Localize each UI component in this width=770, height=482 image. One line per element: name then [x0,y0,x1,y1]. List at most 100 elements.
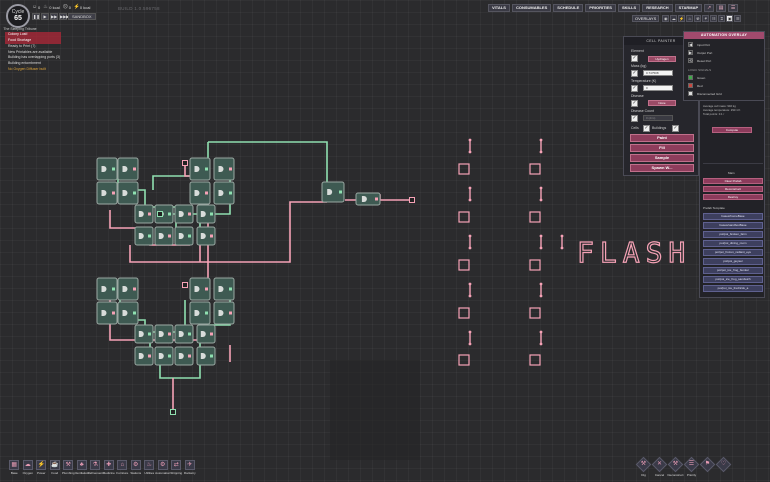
codex-icon[interactable]: ▤ [716,4,727,12]
notification-item[interactable]: Food Shortage [5,38,61,44]
room-overlay-icon[interactable]: ⌗ [718,15,726,22]
logic-gate[interactable] [117,157,139,181]
logic-gate[interactable] [321,181,345,203]
logic-gate[interactable] [174,226,194,246]
sign-bar[interactable] [560,234,564,250]
sign-bar[interactable] [468,138,472,154]
tool-dig[interactable]: ⚒ Dig [635,456,652,477]
stat-duplicants[interactable]: ☺ 0 [32,5,40,11]
sign-bar[interactable] [468,282,472,298]
build-category-automation[interactable]: ⚙ Automation [155,460,170,475]
temperature-input[interactable]: 0 [643,85,673,91]
sign-tile[interactable] [458,259,470,271]
sign-tile[interactable] [529,163,541,175]
build-category-food[interactable]: ☕ Food [49,460,62,475]
prefab-item[interactable]: poi/poi_dining_room [703,240,763,247]
logic-gate[interactable] [213,157,235,181]
logic-gate[interactable] [189,157,211,181]
tool-deconstruct[interactable]: ⚒ Deconstruct [668,456,684,477]
vitals-button[interactable]: VITALS [488,4,510,12]
automation-overlay-icon[interactable]: ▣ [726,15,734,22]
element-checkbox[interactable]: ✓ [631,55,638,62]
tool-priority[interactable]: ☰ Priority [683,456,700,477]
sign-tile[interactable] [529,211,541,223]
tool-extra-4[interactable]: ⚑ [699,456,716,477]
prefab-item[interactable]: poi/poi_ice_frog_sandwich [703,276,763,283]
fill-button[interactable]: Fill [630,144,694,152]
sign-bar[interactable] [468,330,472,346]
research-button[interactable]: RESEARCH [642,4,673,12]
pause-button[interactable]: ❚❚ [32,13,40,20]
build-category-shipping[interactable]: ⇄ Shipping [170,460,183,475]
sign-tile[interactable] [529,259,541,271]
skills-button[interactable]: SKILLS [617,4,641,12]
prefab-item[interactable]: bases/sandboxBase [703,222,763,229]
sign-tile[interactable] [529,307,541,319]
stat-stress[interactable]: ☹ 0 [63,5,71,11]
plant-overlay-icon[interactable]: ⚘ [702,15,710,22]
sign-bar[interactable] [539,234,543,250]
buildings-checkbox[interactable]: ✓ [672,125,679,132]
conveyor-overlay-icon[interactable]: ☰ [734,15,742,22]
speed-1-button[interactable]: ▶ [41,13,49,20]
logic-gate[interactable] [96,181,118,205]
sign-bar[interactable] [539,186,543,202]
sample-button[interactable]: Sample [630,154,694,162]
logic-gate[interactable] [174,324,194,344]
stat-calories[interactable]: ♨ 0 kcal [43,5,59,11]
logic-gate[interactable] [196,204,216,224]
stat-power[interactable]: ⚡ 0 kcal [74,5,90,11]
sign-bar[interactable] [539,282,543,298]
logic-gate[interactable] [134,324,154,344]
compute-button[interactable]: Compute [712,127,752,133]
prefab-item[interactable]: poi/poi_ice_frog_bunker [703,267,763,274]
disease-count-checkbox[interactable]: ✓ [631,115,638,122]
logic-gate[interactable] [196,346,216,366]
sign-bar[interactable] [468,186,472,202]
build-category-stations[interactable]: ⚙ Stations [130,460,143,475]
sign-bar[interactable] [539,330,543,346]
logic-gate[interactable] [154,226,174,246]
wire-port[interactable] [157,211,163,217]
logic-gate[interactable] [174,204,194,224]
cycle-indicator[interactable]: Cycle 65 [6,4,30,28]
logic-gate[interactable] [117,277,139,301]
speed-3-button[interactable]: ▶▶▶ [59,13,69,20]
gas-overlay-icon[interactable]: ☁ [670,15,678,22]
schedule-button[interactable]: SCHEDULE [553,4,584,12]
material-overlay-icon[interactable]: ☷ [710,15,718,22]
mass-input[interactable]: 0.747508 [643,70,673,76]
reconstruct-button[interactable]: Reconstruct [703,186,763,192]
priorities-button[interactable]: PRIORITIES [585,4,616,12]
logic-gate[interactable] [134,346,154,366]
speed-2-button[interactable]: ▶▶ [50,13,58,20]
logic-gate[interactable] [117,181,139,205]
build-category-oxygen[interactable]: ☁ Oxygen [22,460,35,475]
cells-checkbox[interactable]: ✓ [643,125,650,132]
power-overlay-icon[interactable]: ⚡ [678,15,686,22]
wire-port[interactable] [182,282,188,288]
wire-port[interactable] [182,160,188,166]
logic-gate[interactable] [189,181,211,205]
logic-gate[interactable] [355,192,381,206]
destroy-button[interactable]: Destroy [703,194,763,200]
logic-gate[interactable] [213,301,235,325]
mass-checkbox[interactable]: ✓ [631,70,638,77]
tool-extra-5[interactable]: ♡ [715,456,732,477]
sandbox-toggle-button[interactable]: SANDBOX [68,13,96,20]
starmap-button[interactable]: STARMAP [674,4,703,12]
logic-gate[interactable] [96,157,118,181]
logic-gate[interactable] [134,226,154,246]
logic-gate[interactable] [213,181,235,205]
tool-cancel[interactable]: ✕ Cancel [651,456,668,477]
temperature-checkbox[interactable]: ✓ [631,85,638,92]
logic-gate[interactable] [196,324,216,344]
logic-gate[interactable] [213,277,235,301]
build-category-power[interactable]: ⚡ Power [35,460,48,475]
logic-gate[interactable] [154,324,174,344]
oxygen-overlay-icon[interactable]: ◉ [662,15,670,22]
build-category-medicine[interactable]: ✚ Medicine [103,460,116,475]
logic-gate[interactable] [96,301,118,325]
build-category-ventilation[interactable]: ♣ Ventilation [75,460,89,475]
build-category-plumbing[interactable]: ⚒ Plumbing [62,460,75,475]
